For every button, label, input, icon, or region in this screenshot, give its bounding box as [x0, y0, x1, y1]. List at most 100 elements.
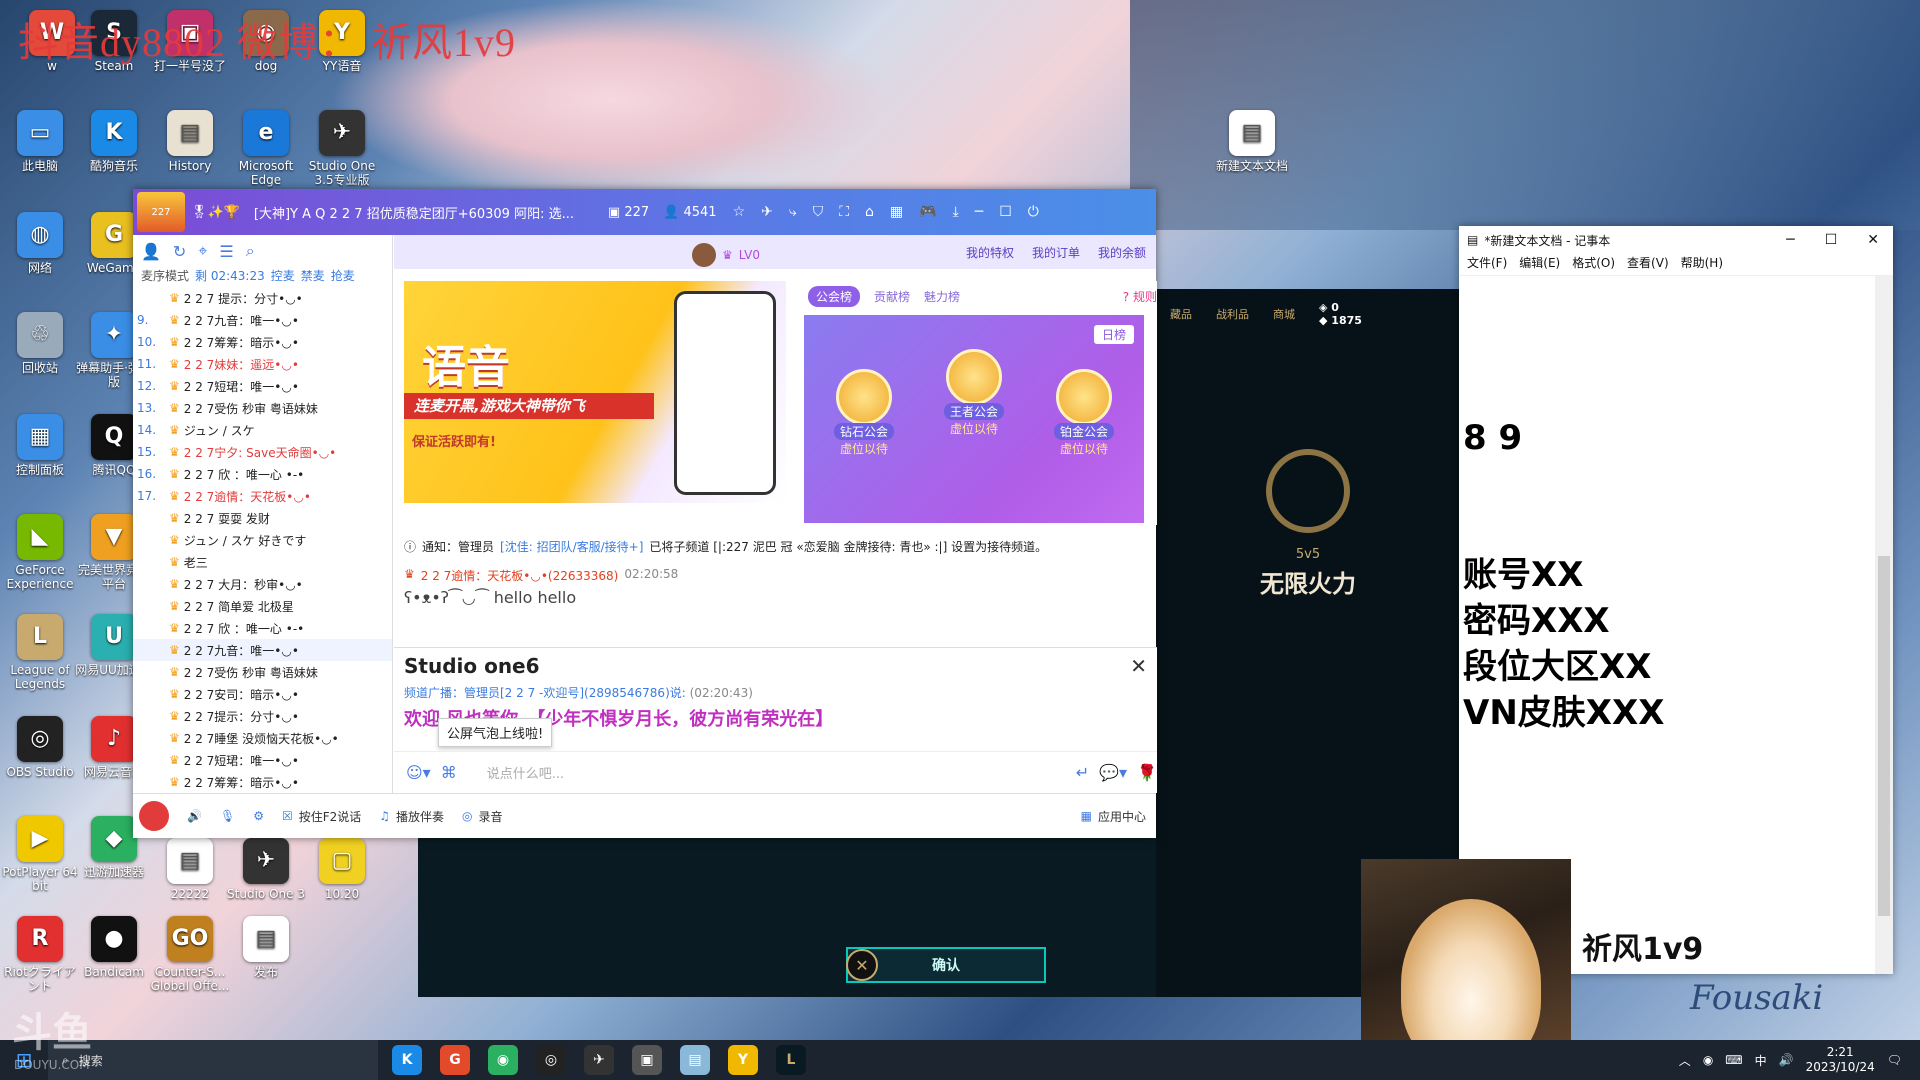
desktop-icon[interactable]: ▤ 22222: [150, 838, 230, 901]
list-item[interactable]: 12. ♛ 2 2 7短珺：唯一•◡•: [133, 375, 392, 397]
day-rank-select[interactable]: 日榜: [1093, 325, 1134, 344]
list-item[interactable]: 15. ♛ 2 2 7宁夕: Save天命圈•◡•: [133, 441, 392, 463]
list-item[interactable]: 17. ♛ 2 2 7逾情：天花板•◡•: [133, 485, 392, 507]
obs-task-icon[interactable]: ◎: [536, 1045, 566, 1075]
equalizer-icon[interactable]: ⚙: [253, 809, 264, 823]
home-icon[interactable]: ⌂: [865, 204, 874, 220]
close-icon[interactable]: ✕: [1867, 232, 1879, 248]
star-icon[interactable]: ☆: [733, 204, 746, 220]
list-item[interactable]: 10. ♛ 2 2 7筹筹：暗示•◡•: [133, 331, 392, 353]
menu-help[interactable]: 帮助(H): [1681, 254, 1723, 275]
plane-icon[interactable]: ✈: [761, 204, 773, 220]
desktop-icon[interactable]: ▢ 10.20: [302, 838, 382, 901]
keyboard-icon[interactable]: ⌨: [1725, 1053, 1742, 1067]
list-item[interactable]: ♛ 2 2 7 简单爱 北极星: [133, 595, 392, 617]
menu-edit[interactable]: 编辑(E): [1519, 254, 1560, 275]
list-item[interactable]: ♛ 2 2 7 大月：秒审•◡•: [133, 573, 392, 595]
minimize-icon[interactable]: ─: [975, 204, 983, 220]
desktop-icon[interactable]: ● Bandicam: [74, 916, 154, 979]
maximize-icon[interactable]: ☐: [999, 204, 1012, 220]
lol-close-icon[interactable]: ✕: [846, 949, 878, 981]
search-icon[interactable]: ⌕: [246, 241, 255, 261]
yy-tray-icon[interactable]: ◉: [1703, 1053, 1713, 1067]
app-center[interactable]: ▦ 应用中心: [1081, 808, 1156, 825]
list-item[interactable]: ♛ 2 2 7 欣 ：唯一心 •-•: [133, 617, 392, 639]
send-icon[interactable]: ↵: [1076, 763, 1089, 782]
pin-icon[interactable]: ⤓: [953, 204, 959, 220]
notepad-scrollbar[interactable]: [1875, 276, 1893, 974]
notepad-task-icon[interactable]: ▤: [680, 1045, 710, 1075]
desktop-icon[interactable]: Y YY语音: [302, 10, 382, 73]
play-accompaniment[interactable]: ♫ 播放伴奏: [379, 808, 444, 825]
mic-mode-select[interactable]: 麦序模式: [141, 267, 189, 287]
menu-view[interactable]: 查看(V): [1627, 254, 1669, 275]
maximize-icon[interactable]: ☐: [1825, 232, 1838, 248]
lol-nav-collection[interactable]: 藏品: [1170, 306, 1192, 322]
list-item[interactable]: 16. ♛ 2 2 7 欣 ：唯一心 •-•: [133, 463, 392, 485]
status-avatar[interactable]: [139, 801, 169, 831]
push-to-talk[interactable]: ☒ 按住F2说话: [282, 808, 361, 825]
desktop-icon[interactable]: K 酷狗音乐: [74, 110, 154, 173]
qq-music-task-icon[interactable]: ◉: [488, 1045, 518, 1075]
desktop-icon[interactable]: ▶ PotPlayer 64 bit: [0, 816, 80, 893]
mic-icon[interactable]: 🎙: [220, 809, 235, 823]
list-item[interactable]: ♛ 2 2 7 提示：分寸•◡•: [133, 287, 392, 309]
emoji-icon[interactable]: ☺▾: [406, 763, 431, 782]
list-item[interactable]: ♛ 2 2 7安司：暗示•◡•: [133, 683, 392, 705]
desktop-icon[interactable]: GO Counter-S... Global Offe...: [150, 916, 230, 993]
control-mic-link[interactable]: 控麦: [271, 267, 295, 287]
desktop-icon[interactable]: ▤ History: [150, 110, 230, 173]
notice-link[interactable]: [沈佳: 招团队/客服/接待+]: [500, 538, 643, 555]
list-icon[interactable]: ☰: [219, 242, 233, 261]
list-item[interactable]: 13. ♛ 2 2 7受伤 秒审 粤语妹妹: [133, 397, 392, 419]
ban-mic-link[interactable]: 禁麦: [301, 267, 325, 287]
location-icon[interactable]: ⌖: [198, 241, 207, 261]
yy-task-icon[interactable]: Y: [728, 1045, 758, 1075]
desktop-icon[interactable]: ♲ 回收站: [0, 312, 80, 375]
gamepad-icon[interactable]: 🎮: [919, 204, 936, 220]
desktop-icon[interactable]: ▤ 新建文本文档: [1212, 110, 1292, 173]
promo-banner[interactable]: 语音 连麦开黑,游戏大神带你飞 保证活跃即有!: [404, 281, 786, 503]
desktop-icon[interactable]: ▤ 发布: [226, 916, 306, 979]
list-item[interactable]: 9. ♛ 2 2 7九音：唯一•◡•: [133, 309, 392, 331]
desktop-icon[interactable]: S Steam: [74, 10, 154, 73]
minimize-icon[interactable]: ─: [1786, 232, 1794, 248]
list-item[interactable]: ♛ 2 2 7短珺：唯一•◡•: [133, 749, 392, 771]
desktop-icon[interactable]: ◍ 网络: [0, 212, 80, 275]
desktop-icon[interactable]: ◎ OBS Studio: [0, 716, 80, 779]
desktop-icon[interactable]: ◉ dog: [226, 10, 306, 73]
screen-icon[interactable]: ⛶: [839, 204, 849, 220]
desktop-icon[interactable]: R Riotクライアント: [0, 916, 80, 993]
list-item[interactable]: ♛ 老三: [133, 551, 392, 573]
input-language[interactable]: 中: [1755, 1052, 1767, 1069]
tab-guild[interactable]: 公会榜: [808, 285, 861, 307]
balance-link[interactable]: 我的余额: [1098, 244, 1146, 261]
scroll-thumb[interactable]: [1878, 556, 1890, 916]
speaker-icon[interactable]: 🔊: [187, 809, 202, 823]
volume-icon[interactable]: 🔊: [1779, 1053, 1794, 1067]
lol-nav-store[interactable]: 商城: [1273, 306, 1295, 322]
refresh-icon[interactable]: ↻: [173, 242, 186, 261]
tab-contribution[interactable]: 贡献榜: [874, 288, 910, 305]
desktop-icon[interactable]: L League of Legends: [0, 614, 80, 691]
list-item[interactable]: ♛ 2 2 7提示：分寸•◡•: [133, 705, 392, 727]
rules-link[interactable]: ? 规则: [1123, 288, 1157, 305]
list-item[interactable]: ♛ ジュン / スケ 好きです: [133, 529, 392, 551]
avatar[interactable]: [692, 243, 716, 267]
privilege-link[interactable]: 我的特权: [966, 244, 1014, 261]
grid-icon[interactable]: ▦: [890, 204, 903, 220]
record-button[interactable]: ◎ 录音: [462, 808, 503, 825]
user-icon[interactable]: 👤: [141, 242, 161, 261]
desktop-icon[interactable]: ▣ 打一半号没了: [150, 10, 230, 73]
desktop-icon[interactable]: ▭ 此电脑: [0, 110, 80, 173]
shield-icon[interactable]: ⛉: [813, 204, 824, 220]
chat-input[interactable]: 说点什么吧...: [487, 763, 1066, 782]
menu-format[interactable]: 格式(O): [1572, 254, 1615, 275]
list-item[interactable]: 14. ♛ ジュン / スケ: [133, 419, 392, 441]
list-item[interactable]: ♛ 2 2 7 耍耍 发财: [133, 507, 392, 529]
translate-icon[interactable]: ⌘: [441, 763, 457, 782]
kugou-task-icon[interactable]: K: [392, 1045, 422, 1075]
studio-one-task-icon[interactable]: ✈: [584, 1045, 614, 1075]
message-user[interactable]: 2 2 7逾情：天花板•◡•(22633368): [421, 567, 619, 584]
lol-nav-loot[interactable]: 战利品: [1216, 306, 1249, 322]
